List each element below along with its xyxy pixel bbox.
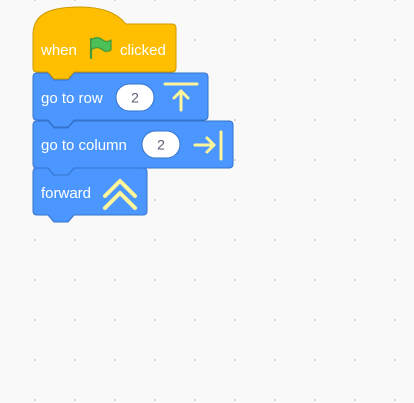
block-script[interactable]: forward go to column 2 go to row 2 when … <box>0 0 414 403</box>
code-workspace[interactable]: forward go to column 2 go to row 2 when … <box>0 0 414 403</box>
go-to-column-block[interactable]: go to column 2 <box>32 120 234 176</box>
go-to-row-label: go to row <box>41 90 103 107</box>
when-flag-clicked-hat-block[interactable]: when clicked <box>32 6 177 80</box>
row-number-value: 2 <box>131 90 139 106</box>
column-number-input[interactable]: 2 <box>141 130 181 159</box>
row-number-input[interactable]: 2 <box>115 83 155 112</box>
go-to-row-block[interactable]: go to row 2 <box>32 72 209 128</box>
forward-label: forward <box>41 185 91 202</box>
clicked-label: clicked <box>120 42 166 59</box>
forward-block[interactable]: forward <box>32 167 148 223</box>
go-to-column-label: go to column <box>41 137 127 154</box>
when-label: when <box>40 42 77 59</box>
column-number-value: 2 <box>157 137 165 153</box>
